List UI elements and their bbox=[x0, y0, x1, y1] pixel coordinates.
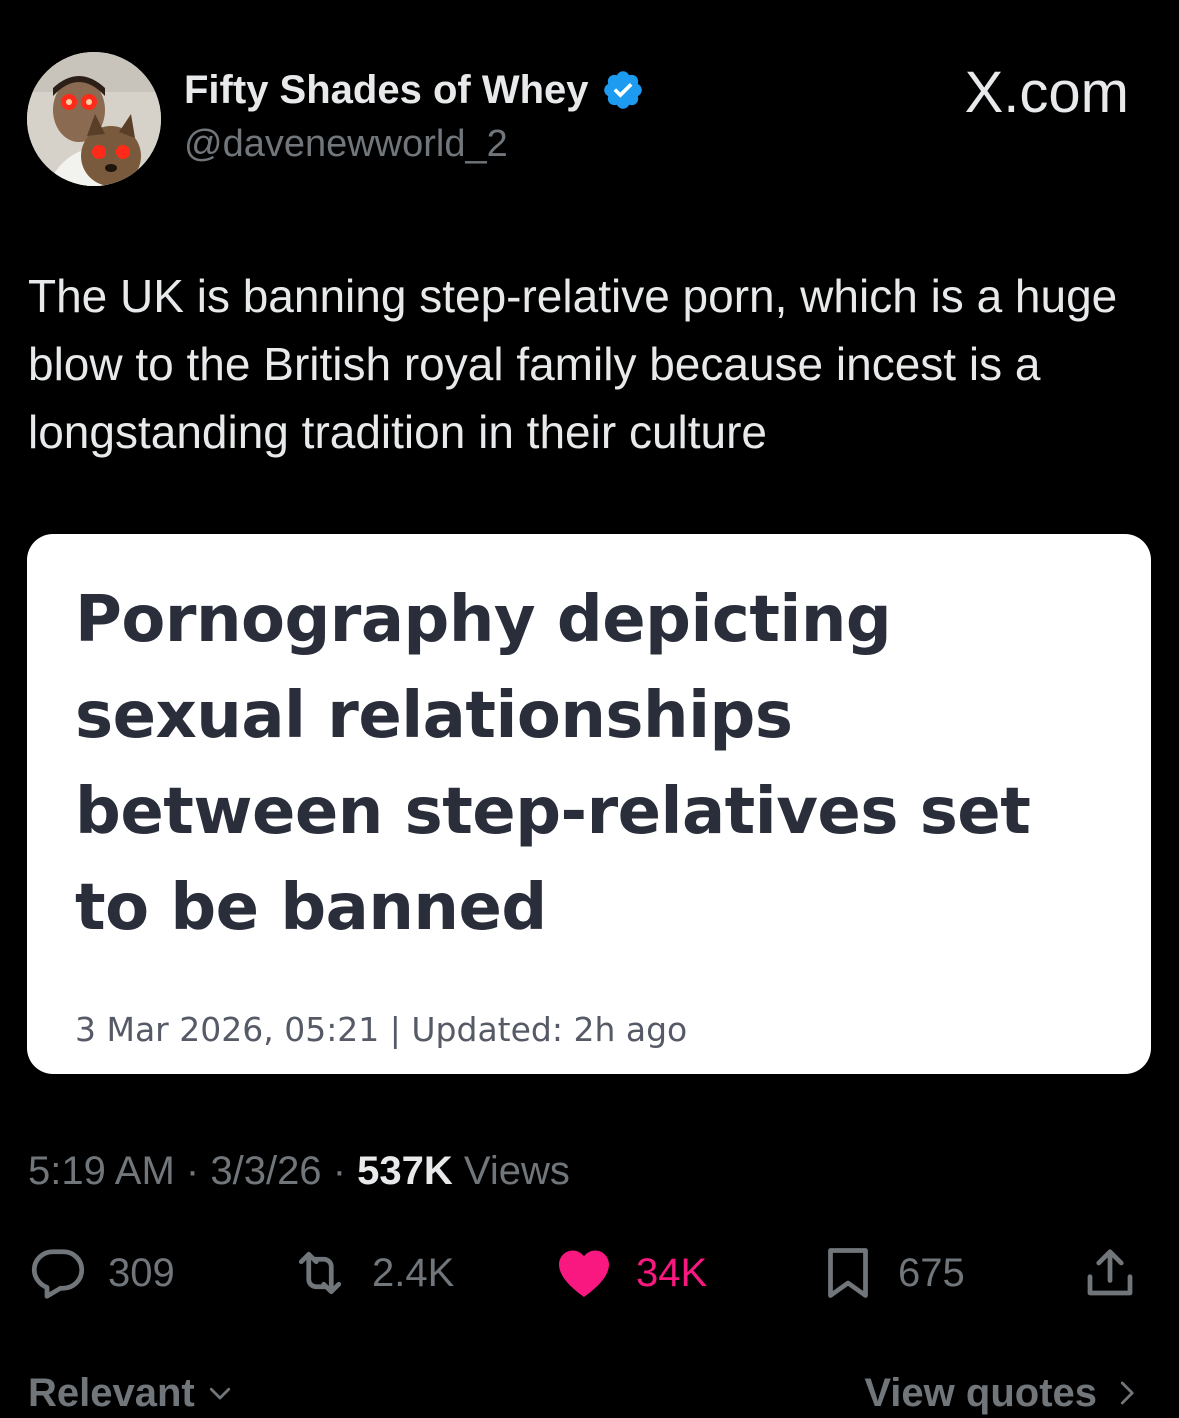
article-headline: Pornography depicting sexual relationshi… bbox=[75, 583, 1031, 945]
article-meta: 3 Mar 2026, 05:21 | Updated: 2h ago bbox=[75, 1010, 688, 1049]
article-card[interactable]: Pornography depicting sexual relationshi… bbox=[27, 534, 1151, 1074]
view-quotes-label: View quotes bbox=[864, 1371, 1097, 1415]
reply-count: 309 bbox=[108, 1250, 175, 1295]
chevron-right-icon bbox=[1120, 1381, 1134, 1405]
bookmark-icon bbox=[828, 1248, 868, 1298]
tweet-time: 5:19 AM bbox=[28, 1149, 175, 1193]
chevron-down-icon bbox=[209, 1387, 230, 1400]
brand-logo: X.com bbox=[964, 60, 1129, 125]
views-label: Views bbox=[463, 1149, 570, 1193]
author-name-row[interactable]: Fifty Shades of Whey bbox=[184, 66, 645, 114]
share-button[interactable] bbox=[1080, 1238, 1140, 1308]
author-display-name[interactable]: Fifty Shades of Whey bbox=[184, 66, 589, 114]
reply-icon bbox=[31, 1249, 85, 1299]
tweet-date: 3/3/26 bbox=[210, 1149, 322, 1193]
meta-separator: · bbox=[185, 1149, 200, 1193]
like-button[interactable]: 34K bbox=[552, 1238, 707, 1308]
share-icon bbox=[1087, 1249, 1133, 1296]
sort-replies-dropdown[interactable]: Relevant bbox=[28, 1368, 235, 1418]
meta-separator: · bbox=[332, 1149, 347, 1193]
avatar-photo bbox=[27, 52, 161, 186]
like-count: 34K bbox=[636, 1250, 708, 1295]
author-handle[interactable]: @davenewworld_2 bbox=[184, 120, 508, 168]
bookmark-button[interactable]: 675 bbox=[818, 1238, 965, 1308]
sort-label: Relevant bbox=[28, 1371, 195, 1415]
reply-button[interactable]: 309 bbox=[28, 1238, 175, 1308]
view-quotes-link[interactable]: View quotes bbox=[864, 1368, 1141, 1418]
views-count: 537K bbox=[357, 1149, 453, 1193]
verified-badge-icon bbox=[603, 71, 642, 109]
repost-button[interactable]: 2.4K bbox=[288, 1238, 454, 1308]
tweet-meta: 5:19 AM · 3/3/26 · 537K Views bbox=[28, 1146, 570, 1196]
repost-icon bbox=[298, 1251, 342, 1295]
action-bar: 309 2.4K 34K 675 bbox=[0, 1238, 1179, 1308]
repost-count: 2.4K bbox=[372, 1250, 455, 1295]
heart-icon bbox=[559, 1250, 609, 1297]
avatar[interactable] bbox=[27, 52, 161, 186]
tweet-text: The UK is banning step-relative porn, wh… bbox=[28, 270, 1118, 458]
bookmark-count: 675 bbox=[898, 1250, 965, 1295]
